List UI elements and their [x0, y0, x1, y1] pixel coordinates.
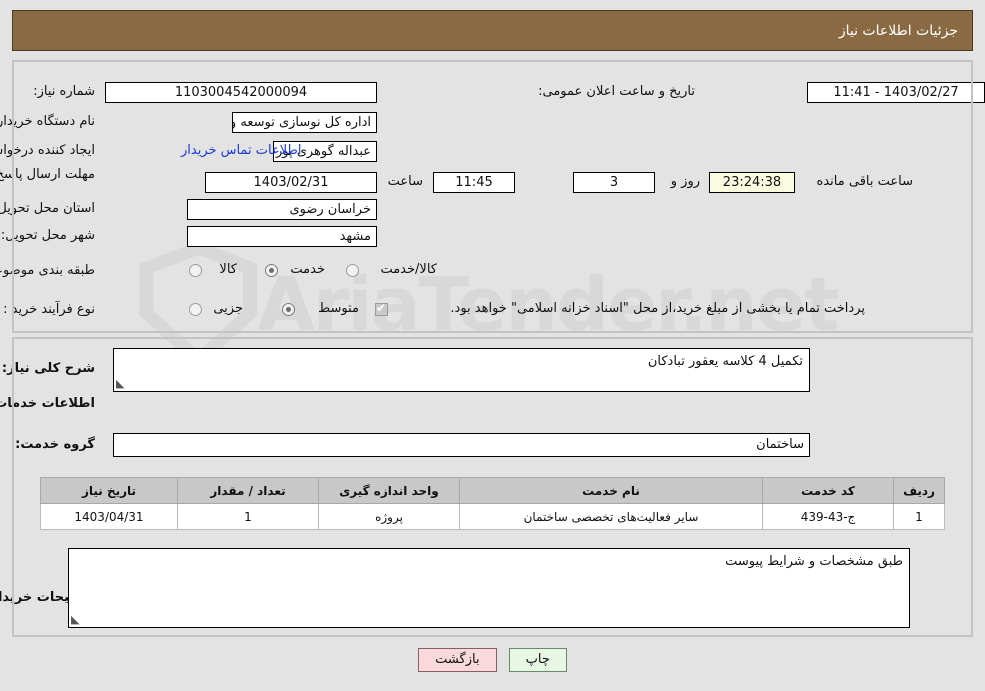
need-info-panel	[12, 60, 973, 333]
print-button[interactable]: چاپ	[508, 648, 567, 672]
page-header: جزئیات اطلاعات نیاز	[12, 10, 973, 51]
page-root: جزئیات اطلاعات نیاز AriaTender.net شماره…	[0, 0, 985, 691]
back-button[interactable]: بازگشت	[418, 648, 497, 672]
description-panel	[12, 337, 973, 637]
action-buttons: بازگشت چاپ	[0, 648, 985, 672]
page-title: جزئیات اطلاعات نیاز	[838, 22, 958, 39]
